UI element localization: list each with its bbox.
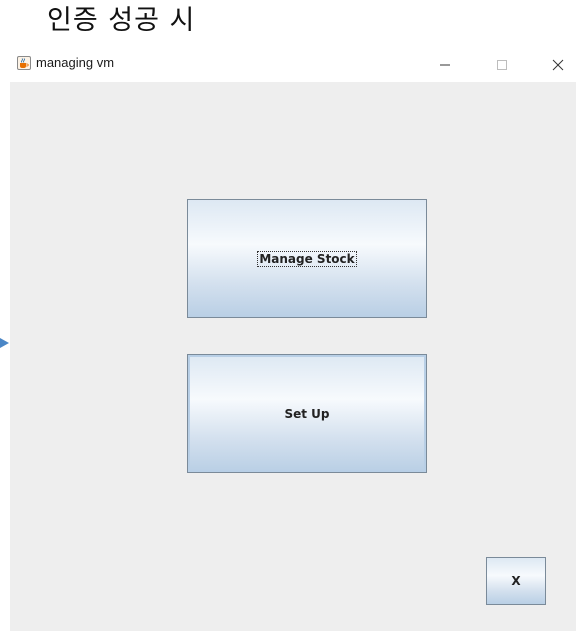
- set-up-button[interactable]: Set Up: [187, 354, 427, 473]
- page: 인증 성공 시 managing vm Manage Stock Set Up …: [0, 0, 576, 631]
- page-heading: 인증 성공 시: [47, 5, 196, 36]
- minimize-button[interactable]: [425, 50, 465, 80]
- manage-stock-label: Manage Stock: [257, 250, 357, 267]
- set-up-label: Set Up: [284, 406, 330, 421]
- exit-button[interactable]: X: [486, 557, 546, 605]
- minimize-icon: [440, 64, 450, 66]
- exit-label: X: [511, 574, 521, 588]
- close-button[interactable]: [538, 50, 576, 80]
- title-bar[interactable]: managing vm: [10, 50, 576, 82]
- java-cup-icon: [17, 55, 31, 70]
- maximize-icon: [497, 60, 507, 70]
- close-icon: [552, 59, 564, 71]
- manage-stock-button[interactable]: Manage Stock: [187, 199, 427, 318]
- window-content: Manage Stock Set Up X: [10, 82, 576, 631]
- app-window: managing vm Manage Stock Set Up X: [10, 50, 576, 631]
- window-title: managing vm: [36, 55, 115, 70]
- maximize-button[interactable]: [482, 50, 522, 80]
- side-arrow-icon: [0, 338, 9, 348]
